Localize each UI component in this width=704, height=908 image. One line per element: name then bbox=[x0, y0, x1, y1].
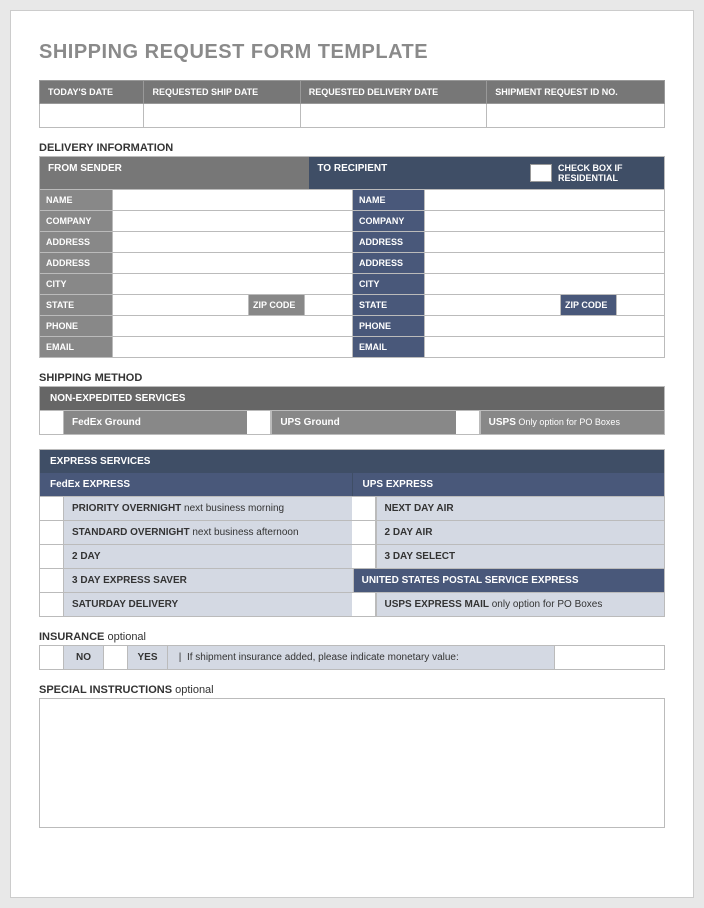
sender-state-label: STATE bbox=[40, 295, 112, 315]
fedex-ground-option: FedEx Ground bbox=[64, 411, 247, 434]
insurance-no-label: NO bbox=[64, 646, 104, 669]
non-expedited-header: NON-EXPEDITED SERVICES bbox=[40, 387, 664, 410]
recipient-phone-input[interactable] bbox=[424, 316, 664, 336]
sender-email-input[interactable] bbox=[112, 337, 352, 357]
insurance-box: NO YES | If shipment insurance added, pl… bbox=[39, 645, 665, 670]
recipient-city-label: CITY bbox=[352, 274, 424, 294]
express-services-box: EXPRESS SERVICES FedEx EXPRESS UPS EXPRE… bbox=[39, 449, 665, 617]
usps-express-mail-cell: USPS EXPRESS MAIL only option for PO Box… bbox=[376, 593, 665, 616]
th-request-id: SHIPMENT REQUEST ID NO. bbox=[487, 81, 665, 104]
recipient-zip-input[interactable] bbox=[616, 295, 664, 315]
sender-address1-label: ADDRESS bbox=[40, 232, 112, 252]
two-day-checkbox[interactable] bbox=[40, 545, 64, 568]
input-todays-date[interactable] bbox=[40, 104, 144, 128]
sender-zip-input[interactable] bbox=[304, 295, 352, 315]
th-ship-date: REQUESTED SHIP DATE bbox=[144, 81, 300, 104]
residential-label: CHECK BOX IF RESIDENTIAL bbox=[558, 163, 660, 183]
insurance-yes-label: YES bbox=[128, 646, 168, 669]
recipient-name-input[interactable] bbox=[424, 190, 664, 210]
delivery-info-box: FROM SENDER TO RECIPIENT CHECK BOX IF RE… bbox=[39, 156, 665, 358]
sender-address1-input[interactable] bbox=[112, 232, 352, 252]
recipient-name-label: NAME bbox=[352, 190, 424, 210]
recipient-address2-label: ADDRESS bbox=[352, 253, 424, 273]
sender-company-input[interactable] bbox=[112, 211, 352, 231]
insurance-section-label: INSURANCE optional bbox=[39, 631, 665, 643]
shipping-method-label: SHIPPING METHOD bbox=[39, 372, 665, 384]
three-day-saver-checkbox[interactable] bbox=[40, 569, 64, 592]
three-day-saver-cell: 3 DAY EXPRESS SAVER bbox=[64, 569, 353, 592]
sender-zip-label: ZIP CODE bbox=[248, 295, 304, 315]
three-day-select-checkbox[interactable] bbox=[352, 545, 376, 568]
sender-name-label: NAME bbox=[40, 190, 112, 210]
residential-checkbox[interactable] bbox=[530, 164, 552, 182]
recipient-company-label: COMPANY bbox=[352, 211, 424, 231]
recipient-address1-input[interactable] bbox=[424, 232, 664, 252]
top-dates-table: TODAY'S DATE REQUESTED SHIP DATE REQUEST… bbox=[39, 80, 665, 128]
input-ship-date[interactable] bbox=[144, 104, 300, 128]
three-day-select-cell: 3 DAY SELECT bbox=[376, 545, 665, 568]
usps-express-mail-checkbox[interactable] bbox=[352, 593, 376, 616]
th-todays-date: TODAY'S DATE bbox=[40, 81, 144, 104]
sender-phone-input[interactable] bbox=[112, 316, 352, 336]
special-instructions-input[interactable] bbox=[39, 698, 665, 828]
sender-state-input[interactable] bbox=[112, 295, 248, 315]
sender-address2-label: ADDRESS bbox=[40, 253, 112, 273]
insurance-no-checkbox[interactable] bbox=[40, 646, 64, 669]
next-day-air-cell: NEXT DAY AIR bbox=[376, 497, 665, 520]
ups-ground-checkbox[interactable] bbox=[247, 411, 271, 434]
saturday-delivery-checkbox[interactable] bbox=[40, 593, 64, 616]
recipient-company-input[interactable] bbox=[424, 211, 664, 231]
recipient-state-label: STATE bbox=[352, 295, 424, 315]
recipient-address2-input[interactable] bbox=[424, 253, 664, 273]
two-day-air-checkbox[interactable] bbox=[352, 521, 376, 544]
ups-ground-option: UPS Ground bbox=[271, 411, 455, 434]
sender-name-input[interactable] bbox=[112, 190, 352, 210]
sender-email-label: EMAIL bbox=[40, 337, 112, 357]
insurance-value-input[interactable] bbox=[554, 646, 664, 669]
two-day-cell: 2 DAY bbox=[64, 545, 352, 568]
fedex-ground-checkbox[interactable] bbox=[40, 411, 64, 434]
recipient-zip-label: ZIP CODE bbox=[560, 295, 616, 315]
sender-company-label: COMPANY bbox=[40, 211, 112, 231]
input-request-id[interactable] bbox=[487, 104, 665, 128]
express-header: EXPRESS SERVICES bbox=[40, 450, 664, 473]
usps-option: USPS Only option for PO Boxes bbox=[480, 411, 664, 434]
priority-overnight-cell: PRIORITY OVERNIGHT next business morning bbox=[64, 497, 352, 520]
next-day-air-checkbox[interactable] bbox=[352, 497, 376, 520]
recipient-email-label: EMAIL bbox=[352, 337, 424, 357]
ups-express-header: UPS EXPRESS bbox=[352, 473, 665, 496]
usps-express-header: UNITED STATES POSTAL SERVICE EXPRESS bbox=[353, 569, 664, 592]
sender-address2-input[interactable] bbox=[112, 253, 352, 273]
fedex-express-header: FedEx EXPRESS bbox=[40, 473, 352, 496]
usps-checkbox[interactable] bbox=[456, 411, 480, 434]
recipient-city-input[interactable] bbox=[424, 274, 664, 294]
sender-city-label: CITY bbox=[40, 274, 112, 294]
two-day-air-cell: 2 DAY AIR bbox=[376, 521, 665, 544]
page-title: SHIPPING REQUEST FORM TEMPLATE bbox=[39, 41, 665, 64]
sender-city-input[interactable] bbox=[112, 274, 352, 294]
priority-overnight-checkbox[interactable] bbox=[40, 497, 64, 520]
from-sender-header: FROM SENDER bbox=[40, 157, 309, 189]
recipient-email-input[interactable] bbox=[424, 337, 664, 357]
input-delivery-date[interactable] bbox=[300, 104, 486, 128]
th-delivery-date: REQUESTED DELIVERY DATE bbox=[300, 81, 486, 104]
saturday-delivery-cell: SATURDAY DELIVERY bbox=[64, 593, 352, 616]
delivery-section-label: DELIVERY INFORMATION bbox=[39, 142, 665, 154]
instructions-section-label: SPECIAL INSTRUCTIONS optional bbox=[39, 684, 665, 696]
recipient-phone-label: PHONE bbox=[352, 316, 424, 336]
insurance-text: | If shipment insurance added, please in… bbox=[168, 646, 554, 669]
shipping-method-box: NON-EXPEDITED SERVICES FedEx Ground UPS … bbox=[39, 386, 665, 435]
recipient-state-input[interactable] bbox=[424, 295, 560, 315]
standard-overnight-cell: STANDARD OVERNIGHT next business afterno… bbox=[64, 521, 352, 544]
standard-overnight-checkbox[interactable] bbox=[40, 521, 64, 544]
sender-phone-label: PHONE bbox=[40, 316, 112, 336]
shipping-form-page: SHIPPING REQUEST FORM TEMPLATE TODAY'S D… bbox=[10, 10, 694, 898]
recipient-address1-label: ADDRESS bbox=[352, 232, 424, 252]
residential-header: CHECK BOX IF RESIDENTIAL bbox=[534, 157, 664, 189]
insurance-yes-checkbox[interactable] bbox=[104, 646, 128, 669]
to-recipient-header: TO RECIPIENT bbox=[309, 157, 534, 189]
